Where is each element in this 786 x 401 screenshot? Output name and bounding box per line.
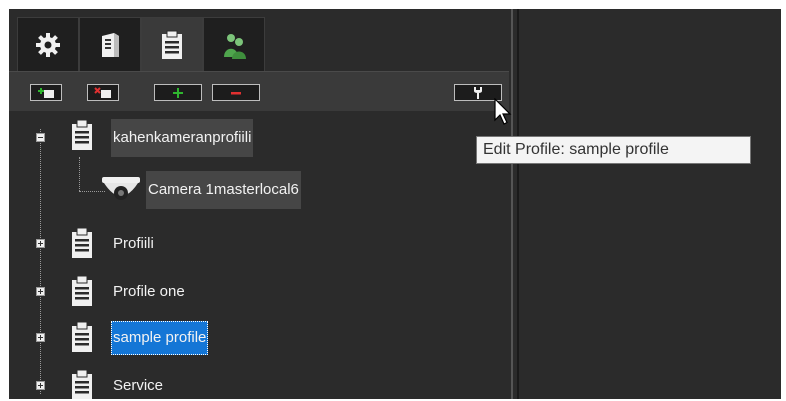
profile-tree: kahenkameranprofiili Camera 1masterlocal… [9, 111, 509, 399]
expand-icon[interactable] [36, 381, 45, 390]
tree-node-label[interactable]: Profile one [111, 273, 187, 311]
profile-manager-window: kahenkameranprofiili Camera 1masterlocal… [9, 9, 781, 399]
splitter-grip [511, 9, 513, 399]
tab-strip [9, 9, 509, 71]
expand-icon[interactable] [36, 287, 45, 296]
tab-servers[interactable] [79, 17, 141, 71]
tree-node-profile-one[interactable]: Profile one [9, 273, 509, 311]
tree-node-label[interactable]: sample profile [111, 321, 209, 355]
delete-profile-icon [94, 87, 111, 98]
tree-node-label[interactable]: Camera 1masterlocal6 [146, 171, 301, 209]
splitter-grip [517, 9, 519, 399]
pane-splitter[interactable] [509, 9, 521, 399]
tree-node-service[interactable]: Service [9, 367, 509, 399]
clipboard-profile-icon [72, 321, 92, 352]
gear-icon [36, 32, 60, 57]
clipboard-profile-icon [162, 30, 182, 59]
clipboard-profile-icon [72, 369, 92, 399]
edit-profile-icon [474, 87, 482, 99]
add-camera-icon [173, 87, 183, 98]
remove-camera-button[interactable] [212, 84, 260, 101]
clipboard-profile-icon [72, 275, 92, 306]
tree-node-kahenkameranprofiili[interactable]: kahenkameranprofiili [9, 119, 509, 157]
dome-camera-icon [102, 177, 140, 200]
mouse-pointer-icon [494, 98, 512, 125]
clipboard-profile-icon [72, 119, 92, 150]
collapse-icon[interactable] [36, 133, 45, 142]
users-icon [224, 33, 246, 59]
tab-users[interactable] [203, 17, 265, 71]
delete-profile-button[interactable] [87, 84, 119, 101]
tree-node-profiili[interactable]: Profiili [9, 225, 509, 263]
tree-node-label[interactable]: kahenkameranprofiili [111, 119, 254, 157]
profile-toolbar [9, 71, 514, 112]
add-camera-button[interactable] [154, 84, 202, 101]
tab-profiles[interactable] [141, 17, 203, 71]
tree-node-label[interactable]: Service [111, 367, 165, 399]
tree-node-sample-profile[interactable]: sample profile [9, 319, 509, 357]
add-profile-icon [38, 88, 54, 98]
tree-node-label[interactable]: Profiili [111, 225, 156, 263]
clipboard-profile-icon [72, 227, 92, 258]
expand-icon[interactable] [36, 333, 45, 342]
server-icon [102, 32, 119, 57]
expand-icon[interactable] [36, 239, 45, 248]
details-pane [521, 9, 781, 399]
remove-camera-icon [231, 91, 241, 94]
tab-settings[interactable] [17, 17, 79, 71]
edit-profile-tooltip: Edit Profile: sample profile [476, 136, 751, 164]
add-profile-button[interactable] [30, 84, 62, 101]
tree-node-camera[interactable]: Camera 1masterlocal6 [9, 171, 509, 209]
